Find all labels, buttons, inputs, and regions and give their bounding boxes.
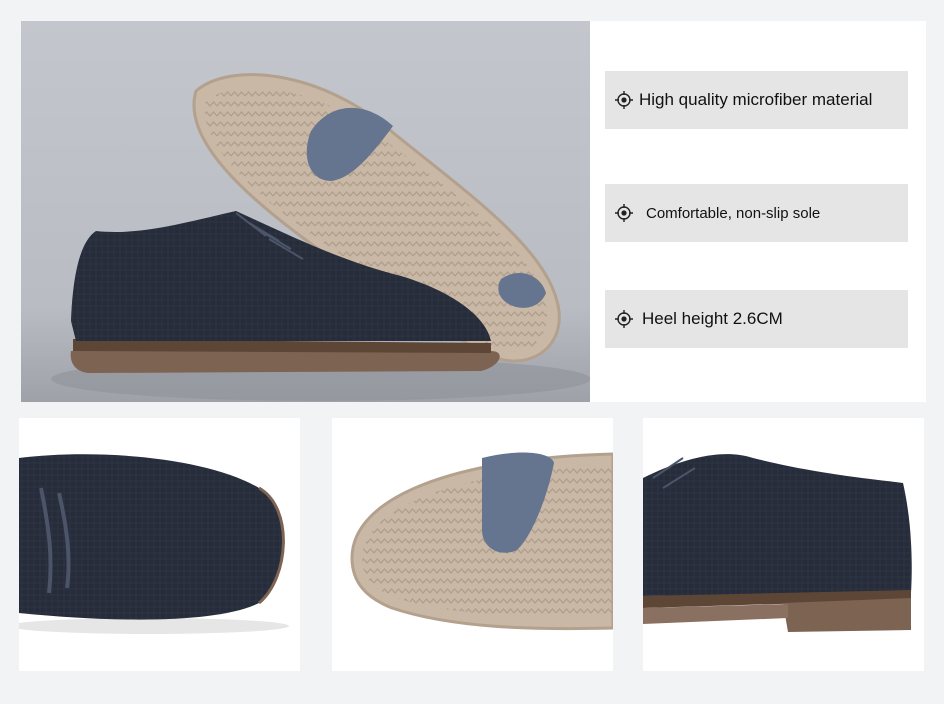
feature-label: Heel height 2.6CM <box>642 309 783 328</box>
crosshair-target-icon <box>615 310 633 328</box>
feature-label: High quality microfiber material <box>639 90 873 109</box>
hero-shoe-photo <box>21 21 590 402</box>
thumbnail-heel-side[interactable] <box>643 418 924 671</box>
thumbnail-sole[interactable] <box>332 418 613 671</box>
crosshair-target-icon <box>615 204 633 222</box>
feature-chip-sole: Comfortable, non-slip sole <box>605 184 908 242</box>
feature-chip-material: High quality microfiber material <box>605 71 908 129</box>
feature-chip-heel-height: Heel height 2.6CM <box>605 290 908 348</box>
product-detail-page: High quality microfiber material Comfort… <box>0 0 944 704</box>
feature-label: Comfortable, non-slip sole <box>646 204 821 222</box>
thumbnail-toe-closeup[interactable] <box>19 418 300 671</box>
crosshair-target-icon <box>615 91 633 109</box>
feature-list-panel: High quality microfiber material Comfort… <box>590 21 926 402</box>
